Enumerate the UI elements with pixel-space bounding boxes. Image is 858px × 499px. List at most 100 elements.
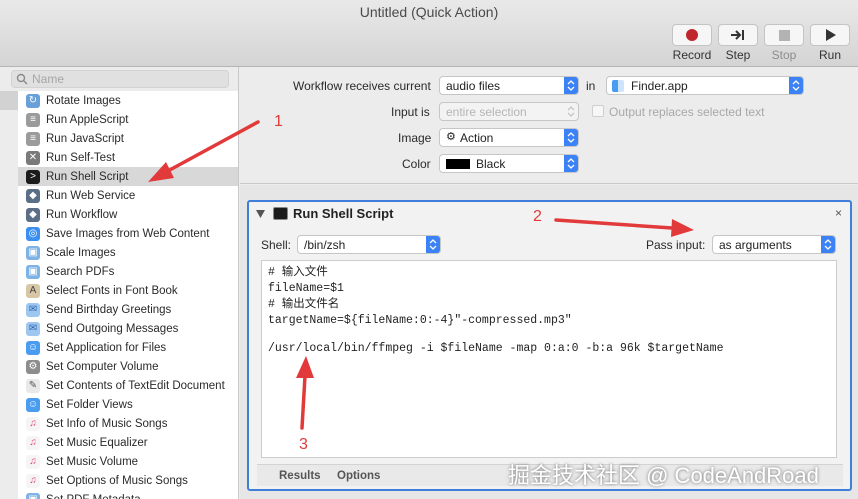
script-editor[interactable]: # 输入文件 fileName=$1 # 输出文件名 targetName=${fil… <box>261 260 837 458</box>
action-list-item[interactable]: ◎ Save Images from Web Content <box>18 224 238 243</box>
search-icon <box>16 73 28 85</box>
action-list-item-label: Set Computer Volume <box>46 360 159 373</box>
system-prefs-icon: ⚙ <box>26 359 40 374</box>
finder-icon: ☺ <box>26 397 40 412</box>
annotation-number-2: 2 <box>533 208 542 225</box>
input-is-popup[interactable]: entire selection <box>439 102 579 121</box>
image-popup[interactable]: ⚙ Action <box>439 128 579 147</box>
action-list-item[interactable]: ▣ Search PDFs <box>18 262 238 281</box>
tab-results[interactable]: Results <box>279 470 321 482</box>
action-list-item-label: Run Web Service <box>46 189 136 202</box>
action-list-item-label: Run Shell Script <box>46 170 129 183</box>
action-list-item-label: Set Application for Files <box>46 341 167 354</box>
app-popup[interactable]: Finder.app <box>606 76 804 95</box>
script-line: targetName=${fileName:0:-4}"-compressed.… <box>268 314 572 327</box>
workflow-canvas: Run Shell Script × Shell: /bin/zsh Pass … <box>240 185 858 499</box>
popup-stepper-icon <box>564 129 578 146</box>
action-list-item[interactable]: ☺ Set Folder Views <box>18 395 238 414</box>
shell-popup[interactable]: /bin/zsh <box>297 235 441 254</box>
pass-input-value: as arguments <box>719 238 792 252</box>
action-library: ↻ Rotate Images ≡ Run AppleScript ≡ Run JavaS… <box>0 67 239 499</box>
action-list-item-label: Send Birthday Greetings <box>46 303 172 316</box>
action-list-item[interactable]: ◆ Run Workflow <box>18 205 238 224</box>
record-icon <box>686 29 698 41</box>
input-is-value: entire selection <box>446 105 527 119</box>
action-list-item[interactable]: ▣ Scale Images <box>18 243 238 262</box>
action-list-item[interactable]: ✎ Set Contents of TextEdit Document <box>18 376 238 395</box>
gear-icon: ⚙ <box>446 131 456 143</box>
color-popup[interactable]: Black <box>439 154 579 173</box>
output-replaces-label: Output replaces selected text <box>609 105 765 119</box>
input-is-label: Input is <box>391 105 430 119</box>
pass-input-popup[interactable]: as arguments <box>712 235 836 254</box>
app-value: Finder.app <box>631 79 688 93</box>
action-list-item-label: Rotate Images <box>46 94 121 107</box>
receives-popup[interactable]: audio files <box>439 76 579 95</box>
run-label: Run <box>818 48 841 62</box>
action-list-item[interactable]: ♫ Set Info of Music Songs <box>18 414 238 433</box>
font-book-icon: A <box>26 283 40 298</box>
action-list-item-label: Run JavaScript <box>46 132 124 145</box>
action-list-item[interactable]: ♫ Set Music Volume <box>18 452 238 471</box>
search-field[interactable] <box>11 70 229 88</box>
pass-input-label: Pass input: <box>646 238 706 252</box>
tools-icon: ✕ <box>26 150 40 165</box>
title-bar: Untitled (Quick Action) Record Step Stop… <box>0 0 858 67</box>
action-list-item-label: Run AppleScript <box>46 113 129 126</box>
finder-icon <box>612 80 624 92</box>
action-list-item[interactable]: ◆ Run Web Service <box>18 186 238 205</box>
record-button[interactable] <box>672 24 712 46</box>
image-label: Image <box>398 131 432 145</box>
script-line <box>268 329 830 341</box>
stop-button[interactable] <box>764 24 804 46</box>
action-list-item-label: Search PDFs <box>46 265 115 278</box>
popup-stepper-icon <box>426 236 440 253</box>
action-list-item[interactable]: ✕ Run Self-Test <box>18 148 238 167</box>
mail-icon: ✉ <box>26 321 40 336</box>
tab-options[interactable]: Options <box>337 470 380 482</box>
stop-icon <box>778 29 790 41</box>
search-input[interactable] <box>32 72 222 86</box>
automator-icon: ◆ <box>26 188 40 203</box>
action-list-item[interactable]: ✉ Send Outgoing Messages <box>18 319 238 338</box>
disclosure-triangle-icon[interactable] <box>256 210 265 218</box>
action-list-item[interactable]: A Select Fonts in Font Book <box>18 281 238 300</box>
preview-icon: ▣ <box>26 492 40 499</box>
action-list-item[interactable]: ♫ Set Music Equalizer <box>18 433 238 452</box>
action-list-item-label: Set Music Volume <box>46 455 139 468</box>
action-list-item[interactable]: > Run Shell Script <box>18 167 238 186</box>
popup-stepper-icon <box>789 77 803 94</box>
preview-icon: ▣ <box>26 245 40 260</box>
action-list-item-label: Set PDF Metadata <box>46 494 141 499</box>
step-button[interactable] <box>718 24 758 46</box>
terminal-icon <box>273 207 288 220</box>
action-list-item-label: Set Music Equalizer <box>46 436 148 449</box>
action-list-item[interactable]: ▣ Set PDF Metadata <box>18 490 238 499</box>
action-list: ↻ Rotate Images ≡ Run AppleScript ≡ Run JavaS… <box>18 91 238 499</box>
script-line: # 输出文件名 <box>268 298 340 311</box>
annotation-number-1: 1 <box>274 113 283 130</box>
run-button[interactable] <box>810 24 850 46</box>
action-list-item[interactable]: ♫ Set Options of Music Songs <box>18 471 238 490</box>
step-icon <box>731 30 744 40</box>
receives-value: audio files <box>446 79 501 93</box>
output-replaces-checkbox[interactable] <box>592 105 604 117</box>
action-list-item[interactable]: ✉ Send Birthday Greetings <box>18 300 238 319</box>
action-list-item[interactable]: ≡ Run JavaScript <box>18 129 238 148</box>
close-icon[interactable]: × <box>835 206 842 220</box>
action-list-item-label: Scale Images <box>46 246 116 259</box>
action-list-item[interactable]: ↻ Rotate Images <box>18 91 238 110</box>
receives-label: Workflow receives current <box>293 79 431 93</box>
mail-icon: ✉ <box>26 302 40 317</box>
script-line: /usr/local/bin/ffmpeg -i $fileName -map … <box>268 342 724 355</box>
action-list-item[interactable]: ≡ Run AppleScript <box>18 110 238 129</box>
music-icon: ♫ <box>26 435 40 450</box>
window-title: Untitled (Quick Action) <box>359 4 499 20</box>
category-strip <box>0 91 18 499</box>
action-list-item[interactable]: ☺ Set Application for Files <box>18 338 238 357</box>
safari-icon: ◎ <box>26 226 40 241</box>
color-label: Color <box>402 157 431 171</box>
run-shell-script-action[interactable]: Run Shell Script × Shell: /bin/zsh Pass … <box>247 200 852 491</box>
action-list-item[interactable]: ⚙ Set Computer Volume <box>18 357 238 376</box>
action-list-item-label: Set Folder Views <box>46 398 133 411</box>
